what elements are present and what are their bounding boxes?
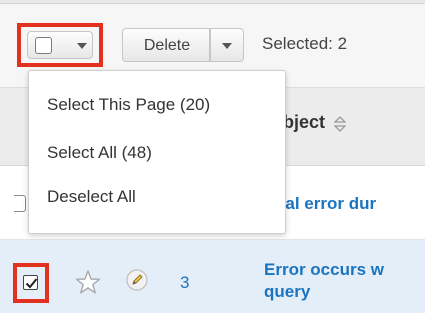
- row-checkbox[interactable]: [14, 195, 26, 212]
- delete-button-label: Delete: [143, 37, 191, 54]
- row-subject-link[interactable]: Error occurs w query: [264, 259, 425, 303]
- menu-item-deselect-all[interactable]: Deselect All: [47, 187, 136, 207]
- menu-item-select-all[interactable]: Select All (48): [47, 143, 152, 163]
- row-subject-link[interactable]: ital error dur: [275, 194, 376, 214]
- star-icon[interactable]: [75, 269, 101, 295]
- selected-count: Selected: 2: [262, 34, 348, 53]
- menu-item-select-this-page[interactable]: Select This Page (20): [47, 95, 210, 115]
- mass-select-dropdown: Select This Page (20) Select All (48) De…: [28, 70, 286, 234]
- subject-line-2: query: [264, 282, 311, 301]
- chevron-down-icon[interactable]: [222, 43, 232, 49]
- highlight-box-select: [17, 23, 103, 67]
- pencil-icon[interactable]: [126, 269, 148, 291]
- highlight-box-row-checkbox: [13, 263, 49, 303]
- row-number-link[interactable]: 3: [180, 273, 189, 293]
- top-divider: [0, 0, 425, 4]
- delete-button[interactable]: Delete: [122, 28, 210, 62]
- sort-icon[interactable]: [334, 115, 346, 133]
- subject-line-1: Error occurs w: [264, 260, 384, 279]
